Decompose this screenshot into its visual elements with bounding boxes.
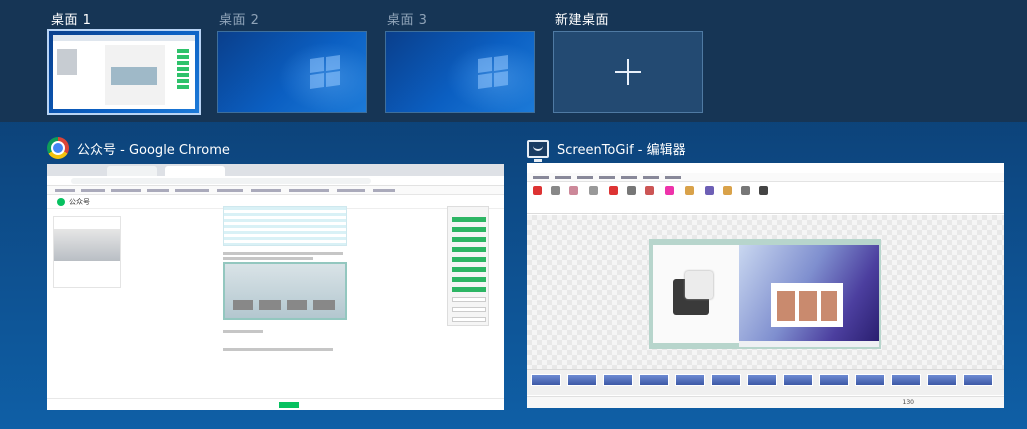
article-card xyxy=(53,216,121,288)
desktop-3-thumbnail[interactable] xyxy=(385,31,535,113)
windows-logo-icon xyxy=(310,55,342,90)
desktop-2-thumbnail[interactable] xyxy=(217,31,367,113)
wechat-logo-icon xyxy=(57,198,65,206)
wechat-brand: 公众号 xyxy=(69,198,90,206)
screentogif-window-preview[interactable]: 130 xyxy=(527,163,1004,408)
desktop-1-thumbnail[interactable] xyxy=(47,29,201,115)
virtual-desktop-strip: 桌面 1 桌面 2 桌面 3 新建桌面 xyxy=(0,0,1027,122)
toolbar-panel xyxy=(447,206,489,326)
editor-status-bar: 130 xyxy=(527,396,1004,408)
plus-icon xyxy=(615,59,641,85)
chrome-window-title[interactable]: 公众号 - Google Chrome xyxy=(47,137,230,159)
screentogif-window-title-text: ScreenToGif - 编辑器 xyxy=(557,143,686,158)
chrome-icon xyxy=(47,137,69,159)
screentogif-window-title[interactable]: ScreenToGif - 编辑器 xyxy=(527,139,686,162)
desktop-2-label: 桌面 2 xyxy=(219,13,260,28)
windows-logo-icon xyxy=(478,55,510,90)
frame-count: 130 xyxy=(902,399,914,406)
frame-timeline xyxy=(527,369,1004,395)
desktop-1-preview xyxy=(53,35,195,109)
editor-canvas xyxy=(527,215,1004,369)
article-editor xyxy=(223,206,347,366)
desktop-3-label: 桌面 3 xyxy=(387,13,428,28)
gif-frame-preview xyxy=(649,239,881,349)
new-desktop-label: 新建桌面 xyxy=(555,13,610,28)
editor-ribbon xyxy=(527,182,1004,214)
chrome-window-preview[interactable]: 公众号 xyxy=(47,164,504,410)
desktop-1-label: 桌面 1 xyxy=(51,13,92,28)
screentogif-icon xyxy=(527,139,549,162)
new-desktop-button[interactable] xyxy=(553,31,703,113)
chrome-window-title-text: 公众号 - Google Chrome xyxy=(77,142,230,158)
